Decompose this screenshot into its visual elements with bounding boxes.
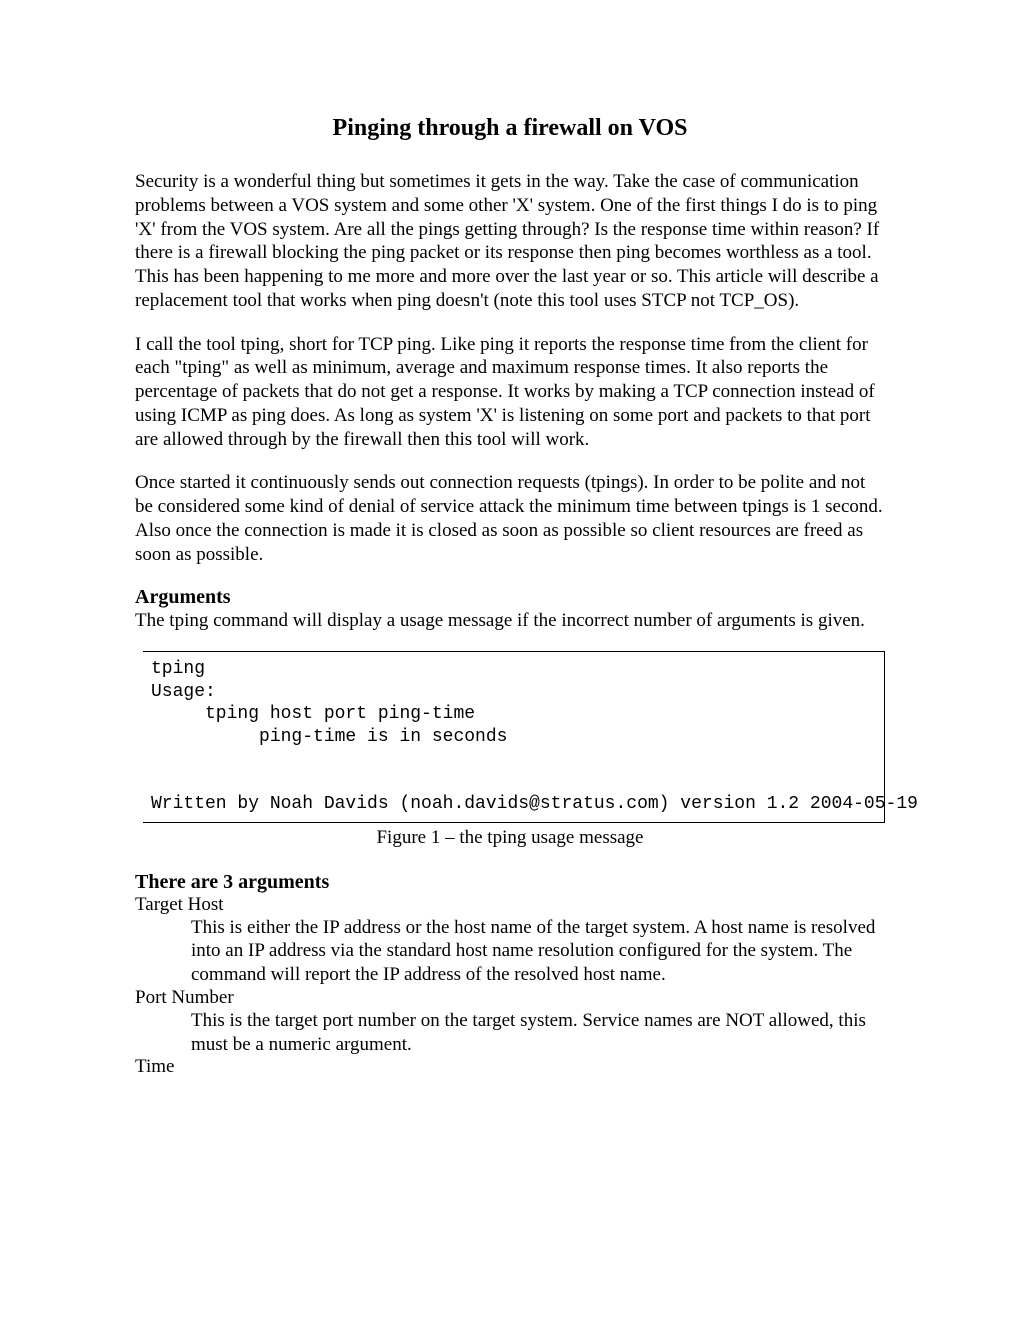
argument-item: Target Host This is either the IP addres… — [135, 894, 885, 987]
argument-desc-target-host: This is either the IP address or the hos… — [191, 916, 885, 987]
argument-name-time: Time — [135, 1056, 885, 1078]
argument-desc-port-number: This is the target port number on the ta… — [191, 1009, 885, 1057]
paragraph-tool-description: I call the tool tping, short for TCP pin… — [135, 333, 885, 452]
figure-caption: Figure 1 – the tping usage message — [135, 827, 885, 849]
page-title: Pinging through a firewall on VOS — [135, 115, 885, 142]
argument-name-port-number: Port Number — [135, 987, 885, 1009]
section-heading-three-arguments: There are 3 arguments — [135, 871, 885, 894]
argument-name-target-host: Target Host — [135, 894, 885, 916]
document-page: Pinging through a firewall on VOS Securi… — [0, 0, 1020, 1078]
argument-item: Port Number This is the target port numb… — [135, 987, 885, 1057]
argument-item: Time — [135, 1056, 885, 1078]
section-heading-arguments: Arguments — [135, 586, 885, 609]
paragraph-behavior: Once started it continuously sends out c… — [135, 471, 885, 566]
code-block-usage: tping Usage: tping host port ping-time p… — [143, 651, 885, 823]
paragraph-intro: Security is a wonderful thing but someti… — [135, 170, 885, 313]
arguments-intro: The tping command will display a usage m… — [135, 609, 885, 633]
